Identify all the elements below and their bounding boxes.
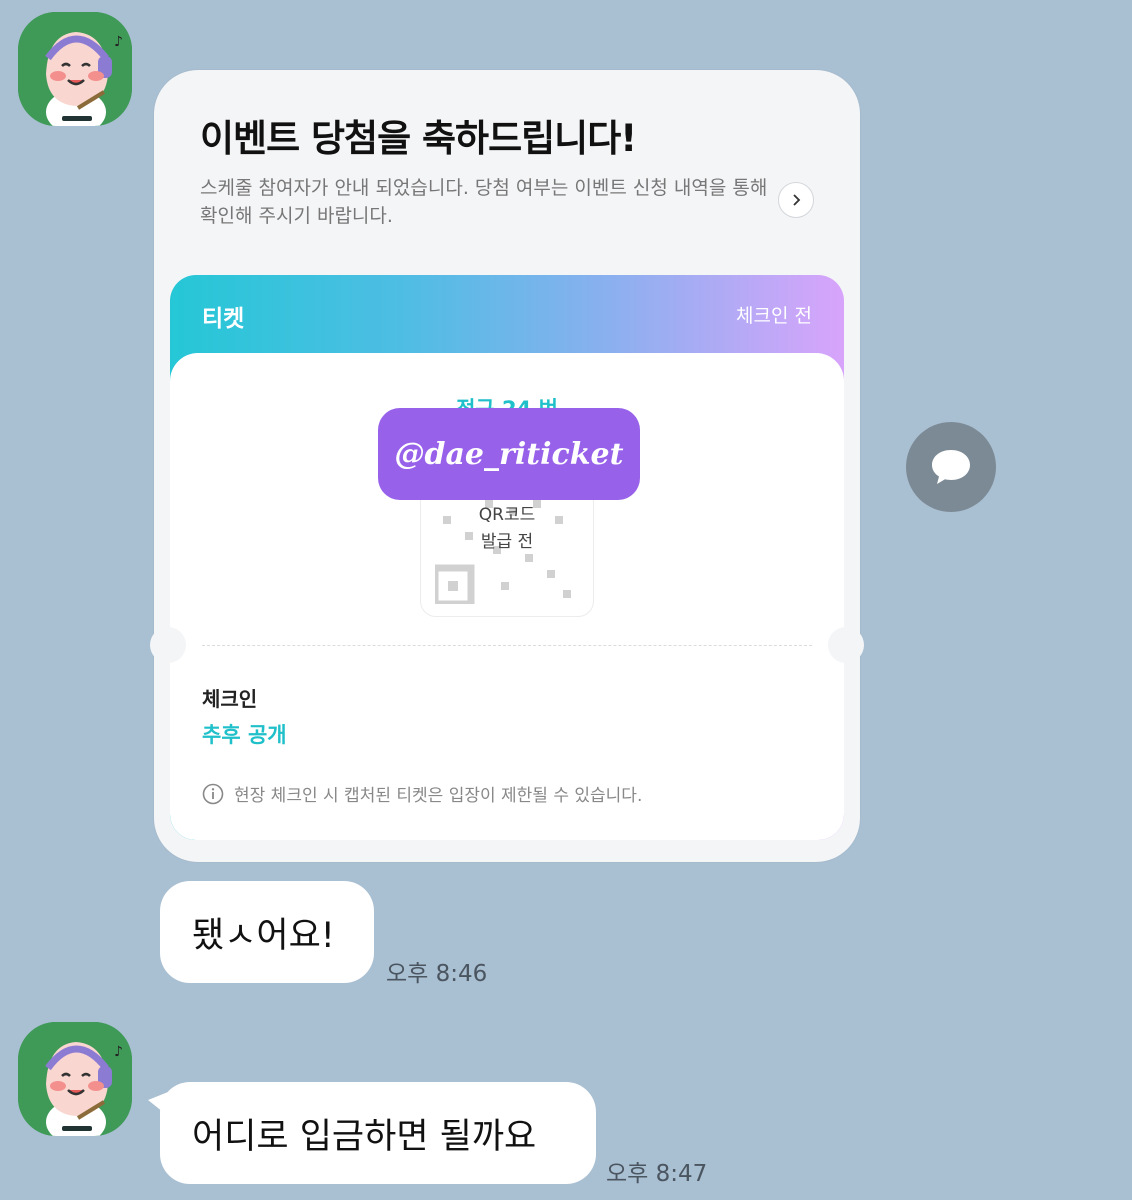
card-title: 이벤트 당첨을 축하드립니다! — [200, 117, 637, 160]
svg-text:♪: ♪ — [114, 1044, 123, 1060]
checkin-label: 체크인 — [202, 687, 258, 711]
sender-avatar[interactable]: ♪ — [18, 12, 132, 126]
checkin-value: 추후 공개 — [202, 723, 287, 747]
message-text: 어디로 입금하면 될까요 — [192, 1116, 537, 1157]
ticket-status: 체크인 전 — [736, 305, 812, 327]
sender-avatar[interactable]: ♪ — [18, 1022, 132, 1136]
ticket-title: 티켓 — [202, 306, 245, 332]
ticket-divider — [202, 645, 812, 646]
ticket-notch-left — [150, 627, 186, 663]
event-share-card[interactable]: 이벤트 당첨을 축하드립니다! 스케줄 참여자가 안내 되었습니다. 당첨 여부… — [150, 70, 864, 862]
card-arrow-button[interactable] — [778, 182, 814, 218]
message-bubble[interactable]: 됐ㅅ어요! — [160, 881, 374, 983]
card-description: 스케줄 참여자가 안내 되었습니다. 당첨 여부는 이벤트 신청 내역을 통해 … — [200, 177, 768, 227]
ticket-notch-right — [828, 627, 864, 663]
message-time: 오후 8:46 — [386, 961, 488, 987]
message-text: 됐ㅅ어요! — [192, 915, 335, 956]
notice-text: 현장 체크인 시 캡처된 티켓은 입장이 제한될 수 있습니다. — [234, 786, 643, 806]
peach-character-avatar-icon: ♪ — [18, 12, 132, 126]
qr-status-text: QR코드 발급 전 — [421, 502, 593, 556]
share-button[interactable] — [906, 422, 996, 512]
message-bubble[interactable]: 어디로 입금하면 될까요 — [160, 1082, 596, 1184]
ticket: 티켓 체크인 전 정규 24 번 — [170, 275, 844, 840]
qr-line-2: 발급 전 — [480, 532, 534, 552]
qr-line-1: QR코드 — [478, 505, 536, 525]
peach-character-avatar-icon: ♪ — [18, 1022, 132, 1136]
watermark-label: @dae_riticket — [378, 408, 640, 500]
ticket-notice: 현장 체크인 시 캡처된 티켓은 입장이 제한될 수 있습니다. — [202, 781, 642, 806]
message-time: 오후 8:47 — [606, 1161, 708, 1187]
info-icon — [202, 783, 224, 804]
ticket-body: 정규 24 번 — [170, 353, 844, 840]
chevron-right-icon — [793, 194, 801, 206]
speech-bubble-icon — [932, 450, 970, 484]
svg-text:♪: ♪ — [114, 34, 123, 50]
